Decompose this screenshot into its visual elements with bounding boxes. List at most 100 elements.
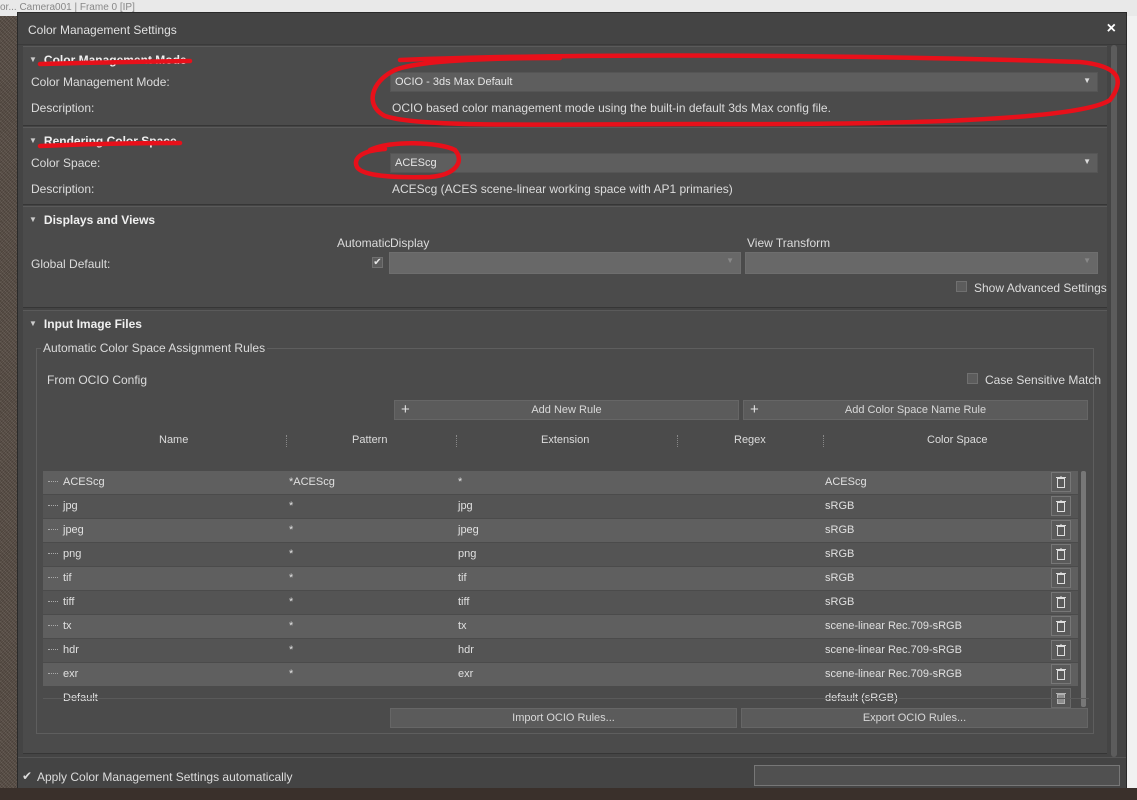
trash-icon[interactable] xyxy=(1051,544,1071,564)
cell-extension: jpg xyxy=(458,500,473,512)
cell-extension: png xyxy=(458,548,477,560)
panel-header-input[interactable]: ▼ Input Image Files xyxy=(29,317,142,331)
drag-handle-icon[interactable] xyxy=(48,577,58,580)
table-row[interactable]: exr * exr scene-linear Rec.709-sRGB xyxy=(43,663,1078,686)
export-label: Export OCIO Rules... xyxy=(862,712,967,724)
table-row[interactable]: tiff * tiff sRGB xyxy=(43,591,1078,614)
table-row[interactable]: png * png sRGB xyxy=(43,543,1078,566)
dialog-title: Color Management Settings xyxy=(28,23,177,37)
from-ocio-label: From OCIO Config xyxy=(47,373,148,387)
panel-title: Rendering Color Space xyxy=(43,134,177,148)
chevron-down-icon: ▼ xyxy=(1083,76,1091,85)
cell-color-space: scene-linear Rec.709-sRGB xyxy=(825,668,962,680)
triangle-down-icon: ▼ xyxy=(29,136,37,145)
table-row[interactable]: ACEScg *ACEScg * ACEScg xyxy=(43,471,1078,494)
cell-extension: jpeg xyxy=(458,524,479,536)
col-header-pattern[interactable]: Pattern xyxy=(352,434,387,446)
cell-color-space: sRGB xyxy=(825,572,855,584)
cell-pattern: * xyxy=(289,644,294,656)
dialog-titlebar[interactable]: Color Management Settings × xyxy=(18,13,1126,45)
cm-mode-dropdown[interactable]: OCIO - 3ds Max Default ▼ xyxy=(390,72,1098,92)
rules-scrollbar[interactable] xyxy=(1081,471,1086,707)
cell-pattern: * xyxy=(289,500,294,512)
import-ocio-rules-button[interactable]: Import OCIO Rules... xyxy=(390,708,737,728)
trash-icon[interactable] xyxy=(1051,520,1071,540)
trash-icon[interactable] xyxy=(1051,472,1071,492)
cell-name: hdr xyxy=(63,644,79,656)
cell-pattern: * xyxy=(289,572,294,584)
color-management-dialog: Color Management Settings × ▼ Color Manag… xyxy=(17,12,1127,788)
add-new-rule-button[interactable]: + Add New Rule xyxy=(394,400,739,420)
cell-color-space: sRGB xyxy=(825,500,855,512)
dialog-scrollbar[interactable] xyxy=(1111,45,1117,757)
show-advanced-label: Show Advanced Settings xyxy=(974,281,1107,295)
table-row[interactable]: jpeg * jpeg sRGB xyxy=(43,519,1078,542)
drag-handle-icon[interactable] xyxy=(48,649,58,652)
export-ocio-rules-button[interactable]: Export OCIO Rules... xyxy=(741,708,1088,728)
column-divider[interactable] xyxy=(677,435,679,447)
panel-header-rendering[interactable]: ▼ Rendering Color Space xyxy=(29,134,177,148)
cell-extension: * xyxy=(458,476,463,488)
trash-icon[interactable] xyxy=(1051,640,1071,660)
apply-auto-label: Apply Color Management Settings automati… xyxy=(37,770,293,784)
close-icon[interactable]: × xyxy=(1107,20,1116,38)
cell-color-space: scene-linear Rec.709-sRGB xyxy=(825,620,962,632)
view-transform-dropdown[interactable]: ▼ xyxy=(745,252,1098,274)
case-sensitive-checkbox[interactable] xyxy=(967,373,978,384)
automatic-checkbox[interactable]: ✔ xyxy=(372,257,383,268)
rendering-desc-label: Description: xyxy=(31,182,95,196)
drag-handle-icon[interactable] xyxy=(48,553,58,556)
cell-name: jpeg xyxy=(63,524,84,536)
cell-color-space: sRGB xyxy=(825,548,855,560)
col-header-color-space[interactable]: Color Space xyxy=(927,434,988,446)
group-title: Automatic Color Space Assignment Rules xyxy=(41,341,268,355)
column-divider[interactable] xyxy=(286,435,288,447)
drag-handle-icon[interactable] xyxy=(48,481,58,484)
cm-desc-label: Description: xyxy=(31,101,95,115)
table-row[interactable]: tif * tif sRGB xyxy=(43,567,1078,590)
cell-extension: exr xyxy=(458,668,474,680)
table-splitter[interactable] xyxy=(43,698,1089,699)
panel-header-displays[interactable]: ▼ Displays and Views xyxy=(29,213,155,227)
table-row[interactable]: jpg * jpg sRGB xyxy=(43,495,1078,518)
status-field[interactable] xyxy=(754,765,1120,786)
trash-icon[interactable] xyxy=(1051,592,1071,612)
cell-pattern: *ACEScg xyxy=(289,476,335,488)
trash-icon[interactable] xyxy=(1051,568,1071,588)
trash-icon[interactable] xyxy=(1051,496,1071,516)
color-space-dropdown[interactable]: ACEScg ▼ xyxy=(390,153,1098,173)
plus-icon: + xyxy=(401,401,410,418)
column-divider[interactable] xyxy=(456,435,458,447)
drag-handle-icon[interactable] xyxy=(48,529,58,532)
case-sensitive-label: Case Sensitive Match xyxy=(985,373,1102,387)
column-divider[interactable] xyxy=(823,435,825,447)
drag-handle-icon[interactable] xyxy=(48,625,58,628)
cell-extension: hdr xyxy=(458,644,474,656)
drag-handle-icon[interactable] xyxy=(48,505,58,508)
color-space-label: Color Space: xyxy=(31,156,101,170)
table-row[interactable]: hdr * hdr scene-linear Rec.709-sRGB xyxy=(43,639,1078,662)
add-cs-rule-label: Add Color Space Name Rule xyxy=(844,404,987,416)
cell-pattern: * xyxy=(289,596,294,608)
display-dropdown[interactable]: ▼ xyxy=(389,252,741,274)
cell-color-space: sRGB xyxy=(825,524,855,536)
automatic-column-label: Automatic xyxy=(337,236,391,250)
col-header-extension[interactable]: Extension xyxy=(541,434,589,446)
add-color-space-name-rule-button[interactable]: + Add Color Space Name Rule xyxy=(743,400,1088,420)
trash-icon[interactable] xyxy=(1051,664,1071,684)
trash-icon[interactable] xyxy=(1051,616,1071,636)
cell-color-space: scene-linear Rec.709-sRGB xyxy=(825,644,962,656)
panel-header-cm-mode[interactable]: ▼ Color Management Mode xyxy=(29,53,187,67)
display-column-label: Display xyxy=(390,236,430,250)
show-advanced-checkbox[interactable] xyxy=(956,281,967,292)
cell-name: png xyxy=(63,548,82,560)
col-header-regex[interactable]: Regex xyxy=(734,434,766,446)
cm-mode-label: Color Management Mode: xyxy=(31,75,170,89)
table-row[interactable]: tx * tx scene-linear Rec.709-sRGB xyxy=(43,615,1078,638)
view-transform-column-label: View Transform xyxy=(747,236,831,250)
drag-handle-icon[interactable] xyxy=(48,601,58,604)
col-header-name[interactable]: Name xyxy=(159,434,188,446)
drag-handle-icon[interactable] xyxy=(48,673,58,676)
apply-auto-checkbox[interactable]: ✔ xyxy=(22,769,32,783)
cell-color-space: sRGB xyxy=(825,596,855,608)
